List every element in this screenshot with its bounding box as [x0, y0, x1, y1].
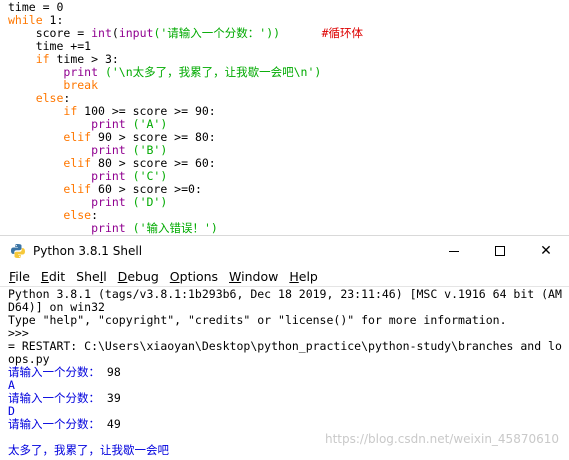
close-button[interactable]: ✕	[523, 236, 569, 266]
shell-line-text: A	[8, 378, 15, 392]
code-line: time = 0	[8, 1, 569, 14]
shell-line-text: 太多了，我累了，让我歇一会吧	[8, 443, 169, 457]
code-token: while	[8, 13, 43, 27]
minimize-icon	[449, 250, 459, 252]
shell-line-text: ops.py	[8, 352, 50, 366]
user-input-value: 39	[100, 391, 121, 405]
code-token: 1:	[42, 13, 64, 27]
code-token: (	[111, 26, 119, 40]
code-token: #循环体	[321, 26, 364, 40]
code-token: if	[63, 104, 78, 118]
code-token: break	[63, 78, 99, 92]
menu-file[interactable]: File	[4, 269, 35, 284]
code-token: 80 > score >= 60:	[91, 156, 216, 170]
watermark: https://blog.csdn.net/weixin_45870610	[324, 432, 559, 446]
code-token: print	[91, 117, 126, 131]
code-line: print ('输入错误！')	[8, 222, 569, 235]
code-token: elif	[63, 130, 92, 144]
code-token: ('输入错误！')	[125, 221, 218, 235]
shell-line: 请输入一个分数： 98	[8, 366, 569, 379]
code-token: ('D')	[125, 195, 168, 209]
code-token: elif	[63, 156, 92, 170]
menu-shell[interactable]: Shell	[71, 269, 112, 284]
python-icon	[11, 244, 25, 258]
code-token: time +=1	[8, 39, 92, 53]
menu-help[interactable]: Help	[284, 269, 323, 284]
shell-line-text: 请输入一个分数：	[8, 391, 100, 405]
code-token: ('C')	[125, 169, 168, 183]
code-token: print	[91, 195, 126, 209]
code-token: print	[63, 65, 99, 79]
code-token: ('B')	[125, 143, 168, 157]
code-editor[interactable]: time = 0 while 1: score = int(input('请输入一…	[0, 0, 569, 236]
shell-line-text: >>>	[8, 326, 29, 340]
code-token: ('A')	[125, 117, 168, 131]
code-line: break	[8, 79, 569, 92]
code-token: ('请输入一个分数：'))	[153, 26, 281, 40]
shell-line-text: = RESTART: C:\Users\xiaoyan\Desktop\pyth…	[8, 339, 562, 353]
code-token: int	[91, 26, 112, 40]
shell-line: = RESTART: C:\Users\xiaoyan\Desktop\pyth…	[8, 340, 569, 353]
menu-window[interactable]: Window	[224, 269, 283, 284]
code-token: time > 3:	[49, 52, 119, 66]
menu-debug[interactable]: Debug	[113, 269, 164, 284]
code-line: score = int(input('请输入一个分数：')) #循环体	[8, 27, 569, 40]
shell-line: 请输入一个分数： 39	[8, 392, 569, 405]
code-token: 100 >= score >= 90:	[77, 104, 216, 118]
code-token: print	[91, 221, 126, 235]
code-token: else	[63, 208, 92, 222]
code-token: score =	[8, 26, 92, 40]
menu-options[interactable]: Options	[165, 269, 223, 284]
shell-line: Type "help", "copyright", "credits" or "…	[8, 314, 569, 327]
code-token: :	[91, 208, 99, 222]
code-token: ('\n太多了，我累了，让我歇一会吧\n')	[98, 65, 322, 79]
code-token: 90 > score >= 80:	[91, 130, 216, 144]
shell-line-text: D64)] on win32	[8, 300, 105, 314]
shell-line-text: 请输入一个分数：	[8, 365, 100, 379]
user-input-value: 98	[100, 365, 121, 379]
window-titlebar[interactable]: Python 3.8.1 Shell ✕	[0, 236, 569, 266]
window-title: Python 3.8.1 Shell	[33, 244, 143, 258]
code-token: if	[35, 52, 50, 66]
menu-bar: File Edit Shell Debug Options Window Hel…	[0, 266, 569, 287]
shell-line-text: 请输入一个分数：	[8, 417, 100, 431]
code-token: time = 0	[8, 0, 64, 14]
code-token: :	[63, 91, 71, 105]
code-token: elif	[63, 182, 92, 196]
code-token: input	[118, 26, 154, 40]
code-token: else	[35, 91, 64, 105]
code-token: print	[91, 143, 126, 157]
maximize-icon	[495, 246, 505, 256]
shell-line-text: Type "help", "copyright", "credits" or "…	[8, 313, 507, 327]
code-token: 60 > score >=0:	[91, 182, 202, 196]
shell-line-text: D	[8, 404, 15, 418]
shell-line: 请输入一个分数： 49	[8, 418, 569, 431]
maximize-button[interactable]	[477, 236, 523, 266]
user-input-value: 49	[100, 417, 121, 431]
code-token: print	[91, 169, 126, 183]
menu-edit[interactable]: Edit	[36, 269, 70, 284]
minimize-button[interactable]	[431, 236, 477, 266]
close-icon: ✕	[540, 243, 552, 259]
